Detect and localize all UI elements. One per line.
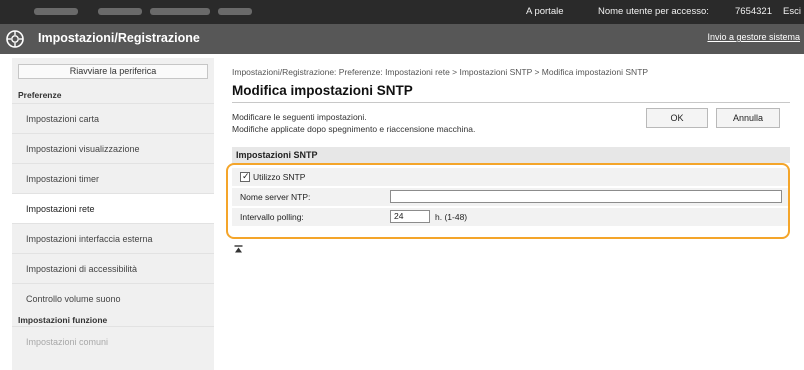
obscured-text [34,8,78,15]
top-status-bar: A portale Nome utente per accesso: 76543… [0,0,804,24]
obscured-text [218,8,252,15]
sntp-section-header: Impostazioni SNTP [232,147,790,163]
page-title: Modifica impostazioni SNTP [232,83,413,98]
obscured-text [98,8,142,15]
user-label: Nome utente per accesso: [598,6,709,17]
sidebar-item-accessibility[interactable]: Impostazioni di accessibilità [12,253,214,283]
gear-icon [6,30,24,48]
sidebar-item-paper[interactable]: Impostazioni carta [12,103,214,133]
sidebar-section-function: Impostazioni funzione [18,315,108,325]
system-manager-link[interactable]: Invio a gestore sistema [707,32,800,42]
user-id: 7654321 [735,6,772,17]
app-title: Impostazioni/Registrazione [38,31,200,45]
sidebar-item-display[interactable]: Impostazioni visualizzazione [12,133,214,163]
portal-link[interactable]: A portale [526,6,564,17]
restart-device-button[interactable]: Riavviare la periferica [18,64,208,79]
sidebar-item-timer[interactable]: Impostazioni timer [12,163,214,193]
sidebar-item-common: Impostazioni comuni [12,326,214,356]
logout-link[interactable]: Esci [783,6,801,17]
highlight-frame [226,163,790,239]
sidebar-item-external-interface[interactable]: Impostazioni interfaccia esterna [12,223,214,253]
cancel-button[interactable]: Annulla [716,108,780,128]
instruction-text: Modificare le seguenti impostazioni. [232,112,367,122]
obscured-text [150,8,210,15]
sidebar-item-volume[interactable]: Controllo volume suono [12,283,214,313]
ok-button[interactable]: OK [646,108,708,128]
breadcrumb: Impostazioni/Registrazione: Preferenze: … [232,67,649,77]
title-divider [232,102,790,103]
to-top-icon[interactable] [234,245,243,254]
apply-note-text: Modifiche applicate dopo spegnimento e r… [232,124,476,134]
app-header: Impostazioni/Registrazione Invio a gesto… [0,24,804,54]
sidebar-item-network[interactable]: Impostazioni rete [12,193,214,223]
sidebar: Riavviare la periferica Preferenze Impos… [12,58,214,370]
sidebar-section-preferences: Preferenze [18,90,62,100]
